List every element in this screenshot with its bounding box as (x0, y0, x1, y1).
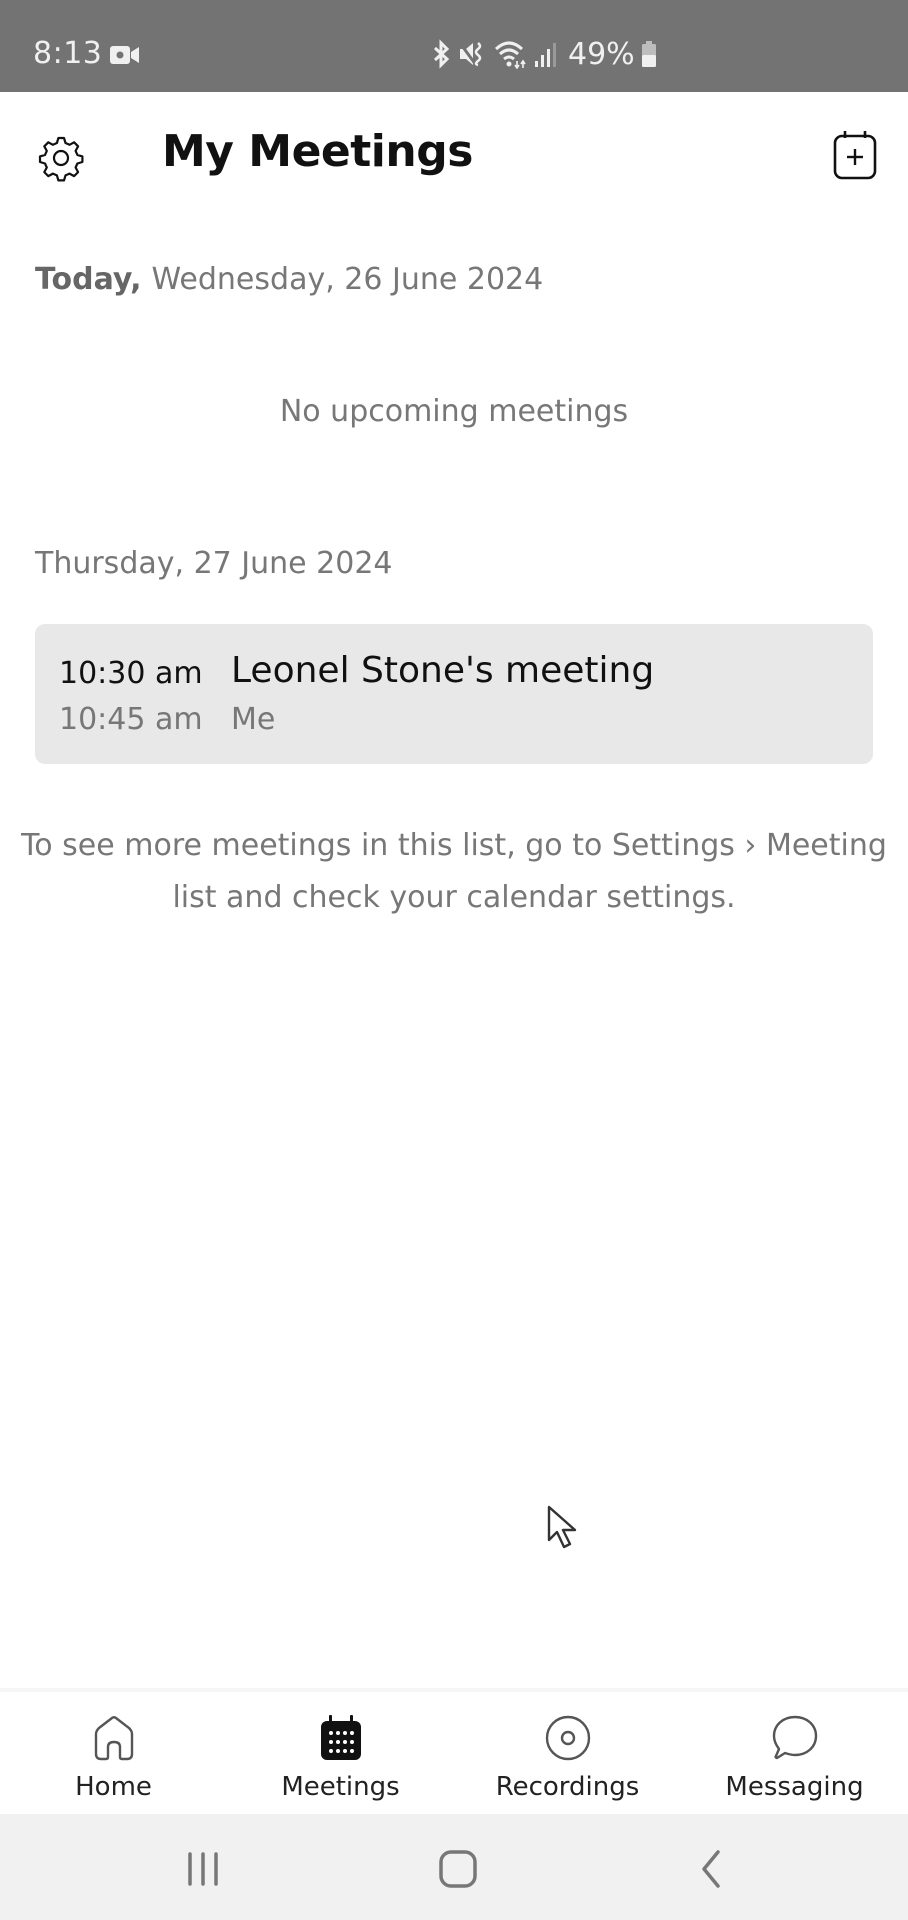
signal-icon (535, 43, 556, 67)
home-button-icon[interactable] (433, 1844, 483, 1894)
mute-vibrate-icon (458, 42, 482, 67)
nav-tab-recordings[interactable]: Recordings (454, 1692, 681, 1814)
nav-tab-home[interactable]: Home (0, 1692, 227, 1814)
calendar-settings-hint: To see more meetings in this list, go to… (21, 828, 887, 915)
nav-label-messaging: Messaging (725, 1772, 864, 1802)
meeting-end-time: 10:45 am (59, 702, 203, 737)
home-icon (94, 1716, 133, 1761)
page-title: My Meetings (162, 126, 473, 177)
status-icons: 49% (430, 36, 657, 72)
recent-apps-icon[interactable] (178, 1844, 228, 1894)
back-icon[interactable] (688, 1844, 738, 1894)
empty-state-message: No upcoming meetings (279, 394, 629, 429)
recording-icon (545, 1715, 590, 1761)
nav-tab-messaging[interactable]: Messaging (681, 1692, 908, 1814)
calendar-add-icon[interactable] (832, 128, 878, 182)
chat-bubble-icon (772, 1715, 817, 1760)
day-heading: Thursday, 27 June 2024 (35, 546, 393, 581)
meeting-list-item[interactable]: 10:30 am 10:45 am Leonel Stone's meeting… (35, 624, 873, 764)
nav-label-home: Home (75, 1772, 152, 1802)
video-camera-icon (110, 46, 139, 64)
status-time: 8:13 (33, 36, 103, 71)
gear-icon[interactable] (36, 132, 86, 182)
today-date: Wednesday, 26 June 2024 (151, 262, 544, 297)
nav-label-meetings: Meetings (281, 1772, 400, 1802)
system-navigation-bar (0, 1814, 908, 1920)
meeting-start-time: 10:30 am (59, 656, 203, 691)
nav-tab-meetings[interactable]: Meetings (227, 1692, 454, 1814)
battery-icon (641, 41, 656, 67)
calendar-icon (320, 1715, 361, 1760)
battery-percent: 49% (568, 36, 635, 72)
wifi-icon (494, 41, 526, 69)
bluetooth-icon (433, 39, 450, 69)
meeting-organizer: Me (231, 702, 276, 737)
app-header: My Meetings (0, 92, 908, 222)
status-bar: 8:13 49% (0, 0, 908, 92)
nav-label-recordings: Recordings (495, 1772, 640, 1802)
today-date-heading: Today, Wednesday, 26 June 2024 (35, 262, 543, 297)
mouse-pointer-icon (547, 1505, 577, 1549)
today-label: Today, (35, 262, 142, 297)
bottom-navigation: Home Meetings Recordings Messaging (0, 1688, 908, 1814)
meeting-title: Leonel Stone's meeting (231, 650, 655, 691)
